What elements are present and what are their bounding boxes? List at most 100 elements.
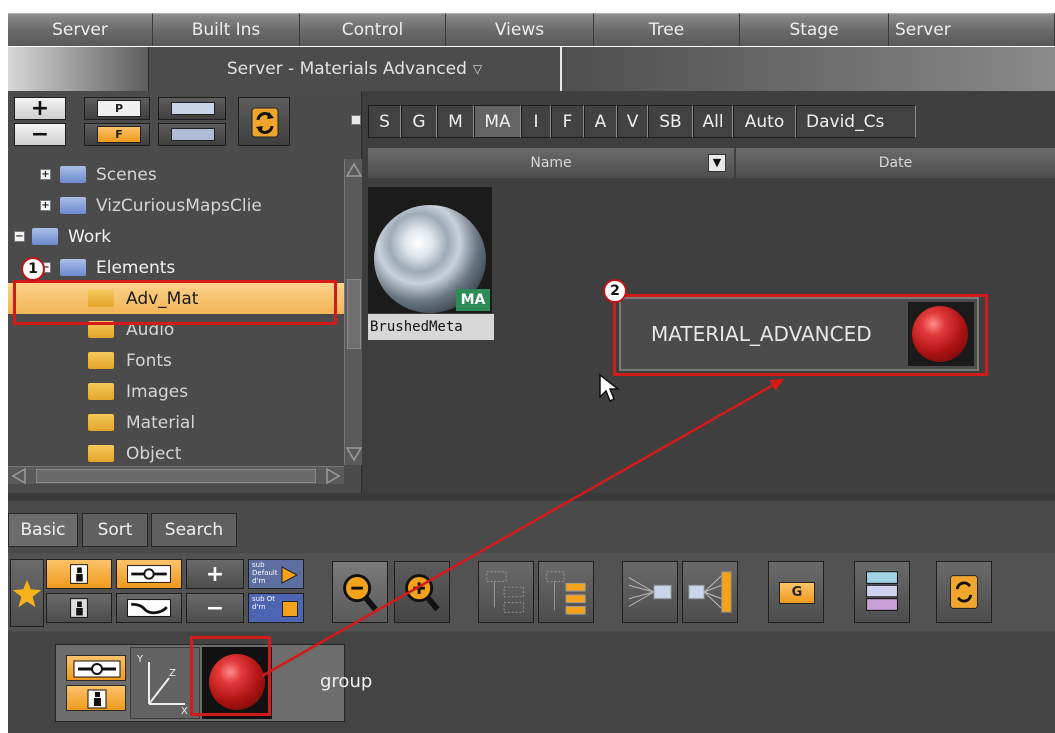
expand-icon[interactable]: + (40, 169, 51, 180)
collapse-icon[interactable]: − (14, 231, 25, 242)
asset-name: BrushedMeta (368, 314, 494, 340)
favorites-button[interactable] (10, 559, 44, 627)
add-project-button[interactable]: P (84, 97, 150, 120)
sub-default-button[interactable]: sub Default d'rn (248, 559, 304, 589)
link-button[interactable] (158, 97, 226, 120)
unlink-button[interactable] (158, 123, 226, 146)
add-group-node-button[interactable]: G (768, 561, 824, 623)
horizontal-splitter[interactable] (8, 493, 1055, 501)
menu-tree[interactable]: Tree (594, 13, 740, 46)
tab-basic[interactable]: Basic (8, 513, 78, 547)
tab-all[interactable]: All (693, 105, 733, 138)
merge-container-button[interactable] (46, 593, 112, 623)
refresh-tree-button[interactable] (936, 561, 992, 623)
remove-folder-button[interactable]: − (14, 122, 66, 147)
zoom-out-button[interactable] (332, 561, 388, 623)
asset-type-tabs: S G M MA I F A V SB All Auto David_Cs (368, 105, 916, 138)
tree-layout-1-button[interactable] (478, 561, 534, 623)
scroll-up-icon[interactable] (345, 161, 363, 179)
yellow-folder-icon (88, 445, 114, 462)
expand-icon[interactable]: + (40, 200, 51, 211)
add-group-button[interactable] (116, 559, 182, 589)
sub-default-label: sub Default d'rn (252, 561, 282, 585)
tree-label: Work (68, 226, 112, 247)
tab-materials-advanced[interactable]: MA (474, 105, 521, 138)
tree-label: Fonts (126, 350, 172, 371)
scroll-down-icon[interactable] (345, 445, 363, 463)
scene-tree-canvas[interactable]: Y Z X group (8, 632, 1055, 733)
asset-thumbnail-brushedmetal[interactable]: MA BrushedMeta (368, 187, 494, 341)
tab-scenes[interactable]: S (368, 105, 401, 138)
tree-row-fonts[interactable]: Fonts (8, 345, 344, 376)
server-view-combo[interactable]: Server - Materials Advanced ▽ (148, 47, 562, 91)
tree-horizontal-scroll-thumb[interactable] (36, 469, 316, 483)
menu-server-2[interactable]: Server (889, 13, 1055, 46)
tab-video[interactable]: V (617, 105, 648, 138)
wave-icon (127, 599, 171, 617)
refresh-button[interactable] (238, 97, 290, 146)
merge-nodes-button[interactable] (622, 561, 678, 623)
refresh-icon (251, 107, 279, 138)
project-icon: P (97, 100, 141, 117)
tree-layout-2-button[interactable] (538, 561, 594, 623)
tab-auto[interactable]: Auto (733, 105, 796, 138)
tree-row-images[interactable]: Images (8, 376, 344, 407)
merge-icon (628, 577, 672, 607)
callout-box-material-advanced (613, 294, 988, 376)
tree-horizontal-scrollbar[interactable] (8, 466, 344, 485)
menu-views[interactable]: Views (446, 13, 594, 46)
tree-row-vizcuriousmaps[interactable]: + VizCuriousMapsClie (8, 190, 344, 221)
tab-substance[interactable]: SB (648, 105, 693, 138)
tree-row-object[interactable]: Object (8, 438, 344, 465)
splitter-handle[interactable] (351, 115, 361, 125)
tab-david-cs[interactable]: David_Cs (796, 105, 916, 138)
sort-dropdown-icon[interactable]: ▼ (708, 154, 726, 172)
tree-row-material[interactable]: Material (8, 407, 344, 438)
tab-fonts[interactable]: F (551, 105, 584, 138)
zoom-in-button[interactable] (394, 561, 450, 623)
menu-stage[interactable]: Stage (740, 13, 889, 46)
tree-vertical-scrollbar[interactable] (344, 159, 363, 465)
scroll-left-icon[interactable] (10, 467, 28, 485)
container-visibility-icon[interactable] (66, 685, 126, 711)
tree-row-scenes[interactable]: + Scenes (8, 159, 344, 190)
link-node-icon (127, 565, 171, 583)
blue-folder-icon (60, 166, 86, 183)
tab-materials[interactable]: M (437, 105, 474, 138)
split-group-button[interactable] (116, 593, 182, 623)
tab-audio[interactable]: A (584, 105, 617, 138)
tree-row-work[interactable]: − Work (8, 221, 344, 252)
sub-other-button[interactable]: sub Ot d'rn (248, 593, 304, 623)
person-icon (70, 598, 88, 618)
add-folder-f-button[interactable]: F (84, 123, 150, 146)
blue-folder-open-icon (32, 228, 58, 245)
expand-tree-button[interactable]: + (186, 559, 244, 589)
tree-row-elements[interactable]: − Elements (8, 252, 344, 283)
tab-images[interactable]: I (521, 105, 551, 138)
callout-box-adv-mat (13, 280, 337, 325)
scroll-right-icon[interactable] (324, 467, 342, 485)
folder-icon: F (97, 126, 141, 143)
tree-label: Elements (96, 257, 176, 278)
menu-server[interactable]: Server (8, 13, 153, 46)
sub-other-small-text: d'rn (252, 603, 266, 611)
add-folder-button[interactable]: + (14, 96, 66, 121)
collapse-tree-button[interactable]: − (186, 593, 244, 623)
minus-icon: − (205, 595, 225, 621)
menu-built-ins[interactable]: Built Ins (153, 13, 300, 46)
tab-geometries[interactable]: G (401, 105, 437, 138)
split-nodes-button[interactable] (682, 561, 738, 623)
add-container-button[interactable] (46, 559, 112, 589)
column-header-name[interactable]: Name ▼ (368, 148, 734, 178)
column-header-date[interactable]: Date (736, 148, 1055, 178)
chevron-down-icon: ▽ (472, 62, 483, 76)
tree-vertical-scroll-thumb[interactable] (347, 279, 361, 349)
layers-icon (866, 571, 898, 611)
tab-search[interactable]: Search (151, 513, 237, 547)
menu-control[interactable]: Control (300, 13, 446, 46)
person-icon (70, 564, 88, 584)
sub-other-text: sub Ot (252, 595, 276, 603)
tab-sort[interactable]: Sort (82, 513, 148, 547)
container-link-icon[interactable] (66, 655, 126, 681)
properties-button[interactable] (854, 561, 910, 623)
